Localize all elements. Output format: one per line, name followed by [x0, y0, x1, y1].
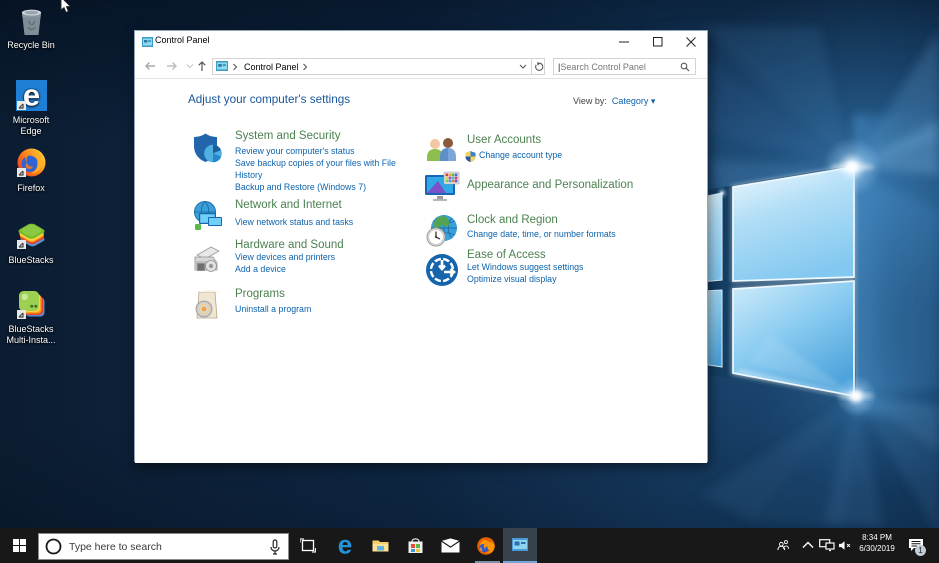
svg-text:e: e	[338, 535, 352, 557]
